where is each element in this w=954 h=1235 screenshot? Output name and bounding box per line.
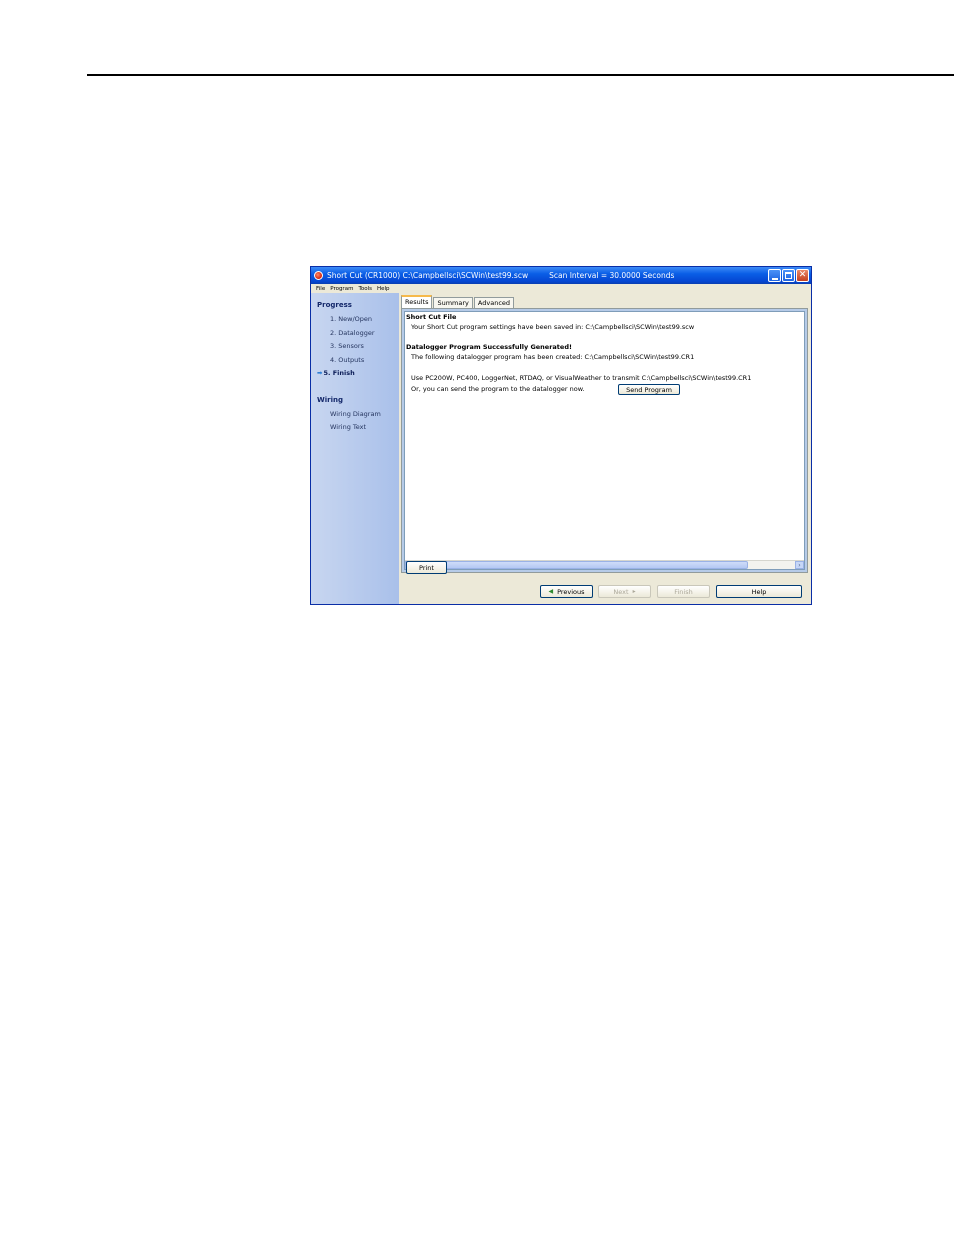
maximize-button[interactable]: [782, 269, 795, 282]
triangle-left-icon: ◀: [548, 588, 554, 595]
maximize-icon: [785, 272, 792, 279]
short-cut-file-heading: Short Cut File: [406, 313, 457, 321]
minimize-icon: [771, 277, 778, 280]
tab-summary[interactable]: Summary: [433, 297, 473, 308]
print-button[interactable]: Print: [406, 561, 447, 574]
scroll-right-button[interactable]: ›: [795, 561, 804, 569]
sidebar-item-sensors[interactable]: 3. Sensors: [330, 342, 364, 350]
page-header-rule: [87, 74, 954, 76]
sidebar-item-datalogger[interactable]: 2. Datalogger: [330, 329, 375, 337]
results-panel: Short Cut File Your Short Cut program se…: [401, 308, 808, 573]
close-button[interactable]: ✕: [796, 269, 809, 282]
send-program-button[interactable]: Send Program: [618, 384, 680, 395]
previous-button[interactable]: ◀ Previous: [540, 585, 593, 598]
file-saved-line: Your Short Cut program settings have bee…: [411, 323, 695, 331]
generated-heading: Datalogger Program Successfully Generate…: [406, 343, 572, 351]
menu-bar: File Program Tools Help: [311, 284, 811, 293]
menu-file[interactable]: File: [316, 286, 325, 292]
menu-program[interactable]: Program: [330, 286, 353, 292]
menu-help[interactable]: Help: [377, 286, 390, 292]
tab-results[interactable]: Results: [401, 295, 433, 308]
wiring-heading: Wiring: [317, 396, 343, 404]
window-title: Short Cut (CR1000) C:\Campbellsci\SCWin\…: [327, 271, 529, 280]
triangle-right-icon: ▸: [632, 588, 636, 595]
sidebar: Progress 1. New/Open 2. Datalogger 3. Se…: [311, 293, 399, 604]
horizontal-scrollbar[interactable]: ‹ ›: [405, 560, 804, 569]
next-button-label: Next: [613, 587, 629, 596]
previous-button-label: Previous: [557, 587, 585, 596]
tab-strip: Results Summary Advanced: [401, 295, 515, 308]
close-icon: ✕: [798, 270, 807, 280]
sidebar-item-wiring-text[interactable]: Wiring Text: [330, 423, 366, 431]
results-textbox[interactable]: Short Cut File Your Short Cut program se…: [404, 311, 805, 570]
finish-button[interactable]: Finish: [657, 585, 710, 598]
sidebar-item-finish-label: 5. Finish: [323, 369, 355, 377]
title-bar[interactable]: Short Cut (CR1000) C:\Campbellsci\SCWin\…: [311, 267, 811, 284]
send-now-line: Or, you can send the program to the data…: [411, 385, 585, 393]
main-content: Results Summary Advanced Short Cut File …: [401, 295, 808, 573]
chevron-right-icon: ›: [798, 561, 801, 569]
sidebar-item-finish[interactable]: ➡5. Finish: [317, 369, 355, 377]
transmit-instructions-line: Use PC200W, PC400, LoggerNet, RTDAQ, or …: [411, 374, 752, 382]
program-created-line: The following datalogger program has bee…: [411, 353, 695, 361]
scroll-thumb[interactable]: [415, 561, 748, 569]
scan-interval: Scan Interval = 30.0000 Seconds: [549, 271, 675, 280]
tab-advanced[interactable]: Advanced: [473, 297, 515, 308]
minimize-button[interactable]: [768, 269, 781, 282]
progress-heading: Progress: [317, 301, 352, 309]
menu-tools[interactable]: Tools: [358, 286, 372, 292]
current-step-arrow-icon: ➡: [317, 369, 323, 377]
app-icon: [314, 271, 323, 280]
sidebar-item-wiring-diagram[interactable]: Wiring Diagram: [330, 410, 381, 418]
next-button[interactable]: Next ▸: [598, 585, 651, 598]
help-button[interactable]: Help: [716, 585, 802, 598]
sidebar-item-outputs[interactable]: 4. Outputs: [330, 356, 364, 364]
short-cut-window: Short Cut (CR1000) C:\Campbellsci\SCWin\…: [310, 266, 812, 605]
sidebar-item-new-open[interactable]: 1. New/Open: [330, 315, 372, 323]
